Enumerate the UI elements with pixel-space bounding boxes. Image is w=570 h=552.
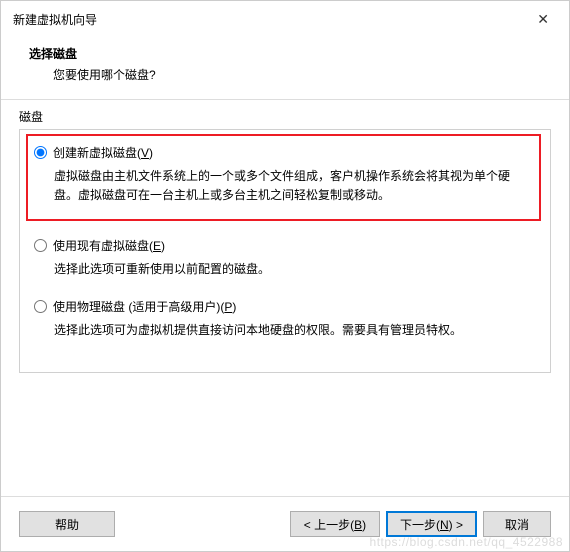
page-subtitle: 您要使用哪个磁盘? xyxy=(53,66,541,83)
cancel-button[interactable]: 取消 xyxy=(483,511,551,537)
radio-create-label[interactable]: 创建新虚拟磁盘(V) xyxy=(53,144,153,161)
groupbox-label: 磁盘 xyxy=(19,108,551,125)
help-button[interactable]: 帮助 xyxy=(19,511,115,537)
watermark: https://blog.csdn.net/qq_4522988 xyxy=(370,535,563,549)
footer-buttons: 帮助 < 上一步(B) 下一步(N) > 取消 xyxy=(1,511,569,537)
content-area: 磁盘 创建新虚拟磁盘(V) 虚拟磁盘由主机文件系统上的一个或多个文件组成，客户机… xyxy=(1,100,569,373)
highlight-box: 创建新虚拟磁盘(V) 虚拟磁盘由主机文件系统上的一个或多个文件组成，客户机操作系… xyxy=(26,134,541,221)
option-create-new: 创建新虚拟磁盘(V) 虚拟磁盘由主机文件系统上的一个或多个文件组成，客户机操作系… xyxy=(34,144,533,205)
radio-physical-label[interactable]: 使用物理磁盘 (适用于高级用户)(P) xyxy=(53,298,236,315)
radio-existing-label[interactable]: 使用现有虚拟磁盘(E) xyxy=(53,237,165,254)
option-physical: 使用物理磁盘 (适用于高级用户)(P) 选择此选项可为虚拟机提供直接访问本地硬盘… xyxy=(34,298,536,340)
header-section: 选择磁盘 您要使用哪个磁盘? xyxy=(1,37,569,99)
window-title: 新建虚拟机向导 xyxy=(13,11,97,28)
radio-physical[interactable] xyxy=(34,300,47,313)
back-button[interactable]: < 上一步(B) xyxy=(290,511,380,537)
option-existing: 使用现有虚拟磁盘(E) 选择此选项可重新使用以前配置的磁盘。 xyxy=(34,237,536,279)
radio-existing[interactable] xyxy=(34,239,47,252)
radio-physical-desc: 选择此选项可为虚拟机提供直接访问本地硬盘的权限。需要具有管理员特权。 xyxy=(54,321,536,340)
disk-groupbox: 创建新虚拟磁盘(V) 虚拟磁盘由主机文件系统上的一个或多个文件组成，客户机操作系… xyxy=(19,129,551,373)
radio-existing-desc: 选择此选项可重新使用以前配置的磁盘。 xyxy=(54,260,536,279)
titlebar: 新建虚拟机向导 ✕ xyxy=(1,1,569,37)
radio-create-new[interactable] xyxy=(34,146,47,159)
next-button[interactable]: 下一步(N) > xyxy=(386,511,477,537)
close-icon[interactable]: ✕ xyxy=(529,11,557,28)
radio-create-desc: 虚拟磁盘由主机文件系统上的一个或多个文件组成，客户机操作系统会将其视为单个硬盘。… xyxy=(54,167,533,205)
page-title: 选择磁盘 xyxy=(29,45,541,62)
footer-divider xyxy=(1,496,569,497)
